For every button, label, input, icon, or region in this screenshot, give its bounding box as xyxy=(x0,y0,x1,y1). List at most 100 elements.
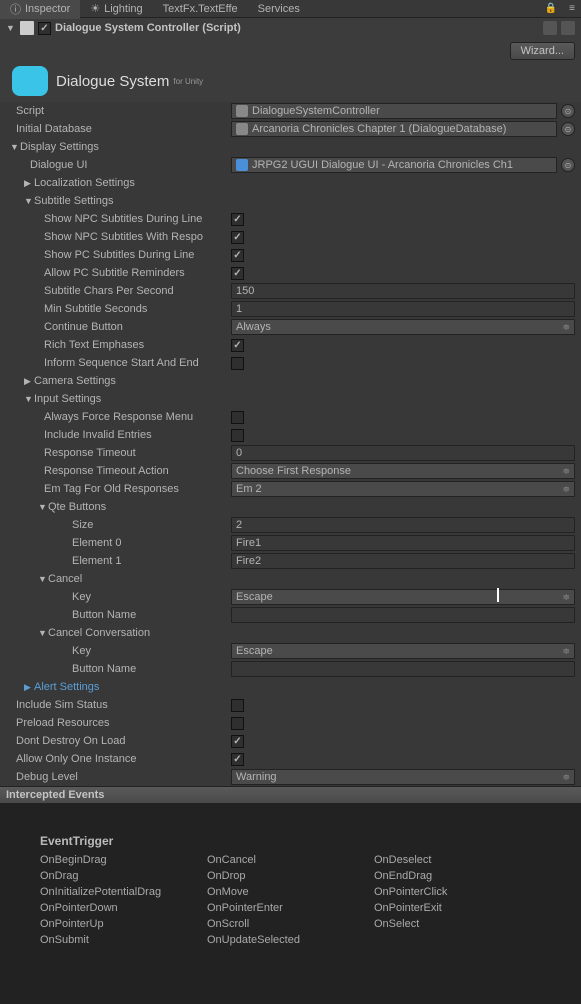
row-display-settings[interactable]: ▼ Display Settings xyxy=(0,138,581,156)
response-action-dropdown[interactable]: Choose First Response xyxy=(231,463,575,479)
foldout-icon[interactable]: ▶ xyxy=(24,682,34,693)
checkbox[interactable] xyxy=(231,339,244,352)
dialogue-ui-field[interactable]: JRPG2 UGUI Dialogue UI - Arcanoria Chron… xyxy=(231,157,557,173)
event-item: OnEndDrag xyxy=(374,868,541,884)
cancel-button-input[interactable] xyxy=(231,607,575,623)
script-field[interactable]: DialogueSystemController xyxy=(231,103,557,119)
event-item: OnUpdateSelected xyxy=(207,932,374,948)
cancel-key-dropdown[interactable]: Escape xyxy=(231,589,575,605)
enable-checkbox[interactable] xyxy=(38,22,51,35)
dialogue-ui-value: JRPG2 UGUI Dialogue UI - Arcanoria Chron… xyxy=(252,159,513,171)
checkbox[interactable] xyxy=(231,735,244,748)
row-preload: Preload Resources xyxy=(0,714,581,732)
label: Em Tag For Old Responses xyxy=(6,483,231,495)
event-item: OnMove xyxy=(207,884,374,900)
label: Camera Settings xyxy=(34,375,116,387)
row-element-0: Element 0 Fire1 xyxy=(0,534,581,552)
wizard-button[interactable]: Wizard... xyxy=(510,42,575,60)
row-input-settings[interactable]: ▼ Input Settings xyxy=(0,390,581,408)
event-item: OnDeselect xyxy=(374,852,541,868)
row-camera-settings[interactable]: ▶ Camera Settings xyxy=(0,372,581,390)
label: Inform Sequence Start And End xyxy=(6,357,231,369)
foldout-icon[interactable]: ▼ xyxy=(24,394,34,404)
tab-textfx[interactable]: TextFx.TextEffe xyxy=(153,1,248,17)
foldout-icon[interactable]: ▶ xyxy=(24,178,34,189)
row-qte-buttons[interactable]: ▼ Qte Buttons xyxy=(0,498,581,516)
foldout-icon[interactable]: ▼ xyxy=(38,628,48,638)
label: Key xyxy=(6,591,231,603)
row-debug-level: Debug Level Warning xyxy=(0,768,581,786)
object-picker-icon[interactable]: ⊙ xyxy=(561,104,575,118)
label: Size xyxy=(6,519,231,531)
info-icon: ⓘ xyxy=(10,1,21,17)
debug-level-dropdown[interactable]: Warning xyxy=(231,769,575,785)
object-picker-icon[interactable]: ⊙ xyxy=(561,122,575,136)
checkbox[interactable] xyxy=(231,717,244,730)
label: Button Name xyxy=(6,609,231,621)
intercepted-events-header: Intercepted Events xyxy=(0,786,581,804)
row-cancel-button-name: Button Name xyxy=(0,606,581,624)
foldout-icon[interactable]: ▼ xyxy=(38,502,48,512)
checkbox[interactable] xyxy=(231,231,244,244)
row-subtitle-settings[interactable]: ▼ Subtitle Settings xyxy=(0,192,581,210)
label-initial-database: Initial Database xyxy=(6,123,231,135)
label: Subtitle Chars Per Second xyxy=(6,285,231,297)
checkbox[interactable] xyxy=(231,213,244,226)
foldout-icon[interactable]: ▼ xyxy=(24,196,34,206)
label: Preload Resources xyxy=(6,717,231,729)
label: Button Name xyxy=(6,663,231,675)
checkbox[interactable] xyxy=(231,249,244,262)
label: Show NPC Subtitles With Respo xyxy=(6,231,231,243)
row-localization[interactable]: ▶ Localization Settings xyxy=(0,174,581,192)
checkbox[interactable] xyxy=(231,699,244,712)
gear-icon[interactable] xyxy=(561,21,575,35)
event-item: OnSubmit xyxy=(40,932,207,948)
label: Include Sim Status xyxy=(6,699,231,711)
help-icon[interactable] xyxy=(543,21,557,35)
checkbox[interactable] xyxy=(231,357,244,370)
event-item: OnPointerDown xyxy=(40,900,207,916)
min-subtitle-input[interactable]: 1 xyxy=(231,301,575,317)
object-picker-icon[interactable]: ⊙ xyxy=(561,158,575,172)
text-cursor-icon xyxy=(497,588,499,602)
checkbox[interactable] xyxy=(231,429,244,442)
checkbox[interactable] xyxy=(231,753,244,766)
chars-per-sec-input[interactable]: 150 xyxy=(231,283,575,299)
response-timeout-input[interactable]: 0 xyxy=(231,445,575,461)
foldout-icon[interactable]: ▶ xyxy=(24,376,34,387)
foldout-icon[interactable]: ▼ xyxy=(38,574,48,584)
row-cancel-conversation[interactable]: ▼ Cancel Conversation xyxy=(0,624,581,642)
tab-label: Inspector xyxy=(25,3,70,15)
em-tag-dropdown[interactable]: Em 2 xyxy=(231,481,575,497)
event-item: OnDrag xyxy=(40,868,207,884)
logo-text: Dialogue System xyxy=(56,73,169,90)
element-1-input[interactable]: Fire2 xyxy=(231,553,575,569)
row-cancel[interactable]: ▼ Cancel xyxy=(0,570,581,588)
label: Response Timeout Action xyxy=(6,465,231,477)
lock-icon[interactable]: 🔒 xyxy=(539,3,563,14)
foldout-icon[interactable]: ▼ xyxy=(10,142,20,152)
label-script: Script xyxy=(6,105,231,117)
row-response-action: Response Timeout Action Choose First Res… xyxy=(0,462,581,480)
foldout-icon[interactable]: ▼ xyxy=(6,23,16,33)
element-0-input[interactable]: Fire1 xyxy=(231,535,575,551)
event-col-3: OnDeselectOnEndDragOnPointerClickOnPoint… xyxy=(374,852,541,948)
script-icon xyxy=(20,21,34,35)
tab-services[interactable]: Services xyxy=(248,1,310,17)
row-inform-seq: Inform Sequence Start And End xyxy=(0,354,581,372)
menu-icon[interactable]: ≡ xyxy=(563,3,581,14)
cancel-conv-key-dropdown[interactable]: Escape xyxy=(231,643,575,659)
size-input[interactable]: 2 xyxy=(231,517,575,533)
label-localization: Localization Settings xyxy=(34,177,135,189)
row-show-npc-respo: Show NPC Subtitles With Respo xyxy=(0,228,581,246)
tab-lighting[interactable]: ☀ Lighting xyxy=(80,0,152,17)
checkbox[interactable] xyxy=(231,411,244,424)
component-title: Dialogue System Controller (Script) xyxy=(55,22,539,34)
cancel-conv-button-input[interactable] xyxy=(231,661,575,677)
row-alert-settings[interactable]: ▶ Alert Settings xyxy=(0,678,581,696)
checkbox[interactable] xyxy=(231,267,244,280)
tab-inspector[interactable]: ⓘ Inspector xyxy=(0,0,80,19)
event-item: OnDrop xyxy=(207,868,374,884)
continue-button-dropdown[interactable]: Always xyxy=(231,319,575,335)
initial-database-field[interactable]: Arcanoria Chronicles Chapter 1 (Dialogue… xyxy=(231,121,557,137)
